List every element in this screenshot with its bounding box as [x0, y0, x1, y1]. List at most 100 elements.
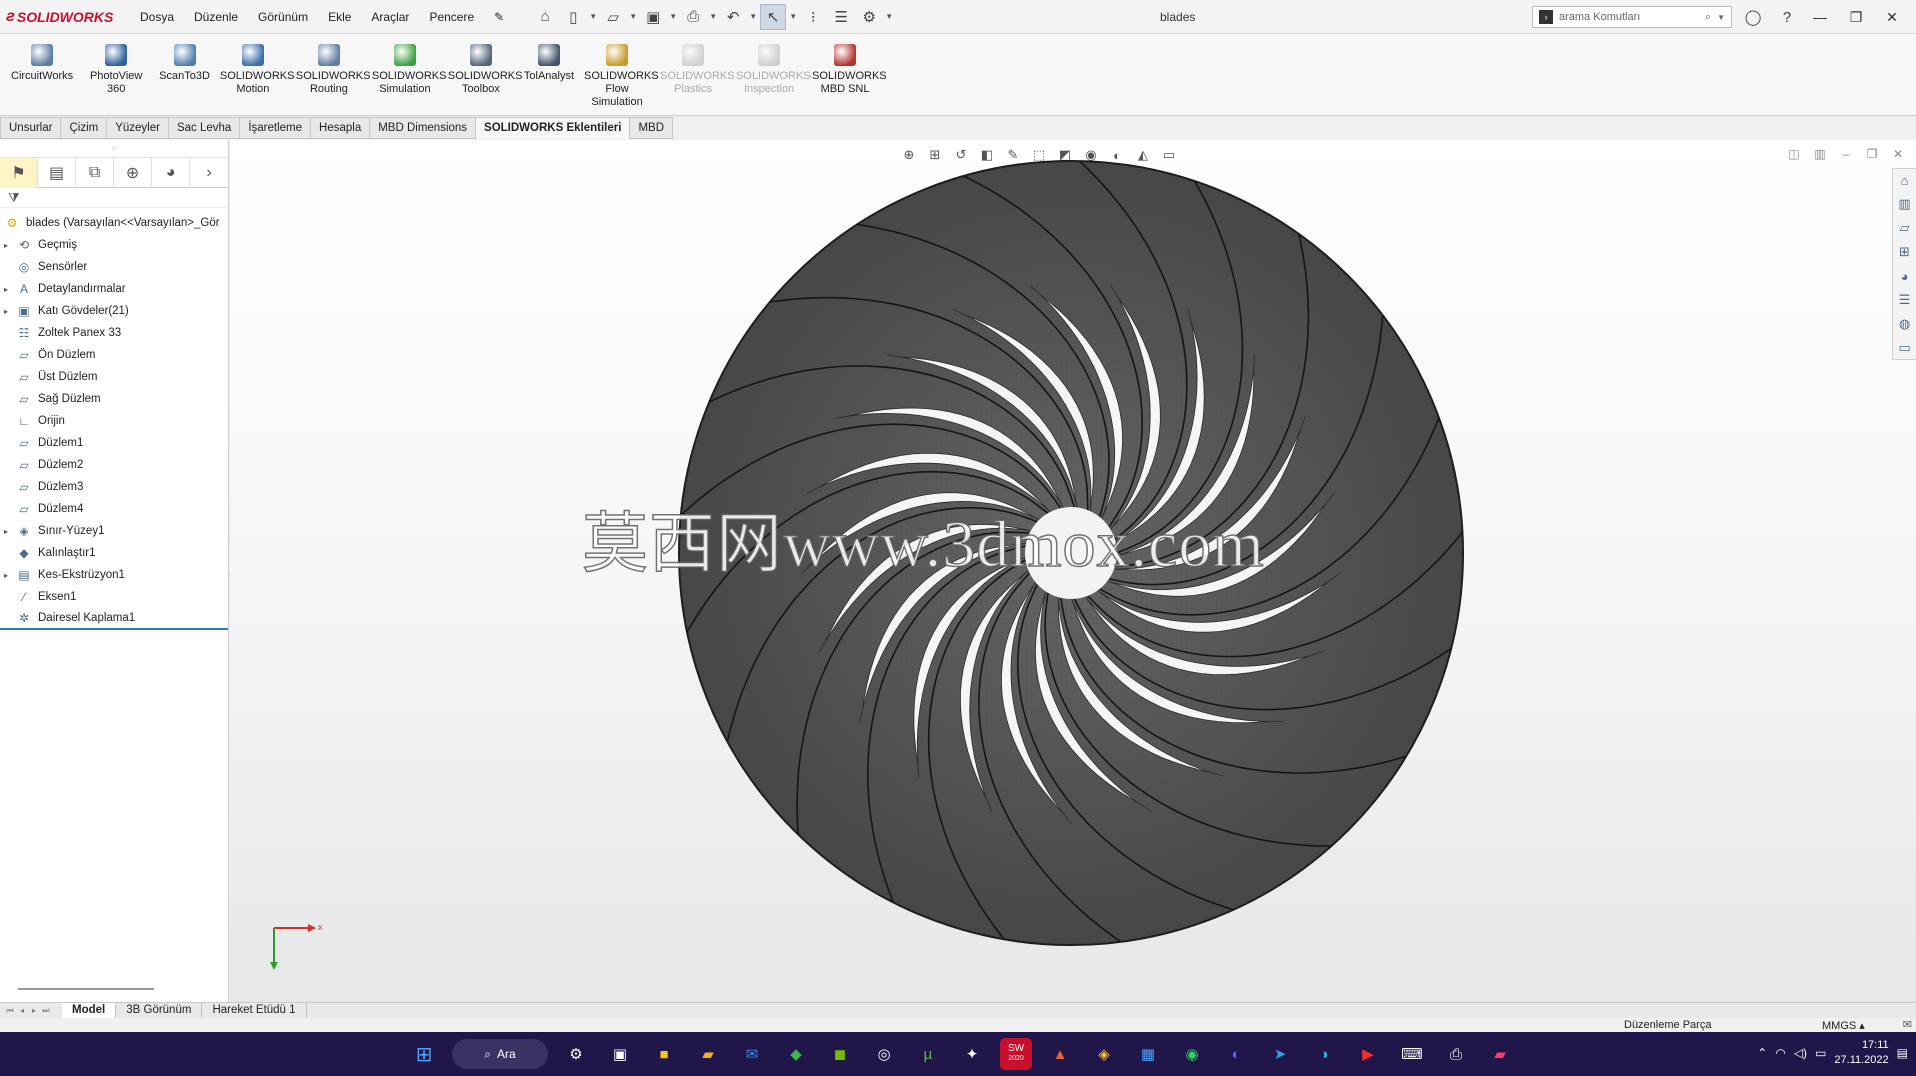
- tree-item[interactable]: ◆ Kalınlaştır1: [0, 542, 228, 564]
- ribbon-button-0[interactable]: CircuitWorks: [6, 34, 78, 115]
- settings-app-icon[interactable]: ⚙: [560, 1038, 592, 1070]
- restore-button[interactable]: ❐: [1838, 4, 1874, 30]
- expand-toggle-icon[interactable]: ▸: [0, 241, 12, 250]
- viewport-tile-icon[interactable]: ▥: [1810, 144, 1830, 164]
- tree-item[interactable]: ▱ Sağ Düzlem: [0, 388, 228, 410]
- tree-item[interactable]: ▸ ▤ Kes-Ekstrüzyon1: [0, 564, 228, 586]
- forza-app-icon[interactable]: ▰: [1484, 1038, 1516, 1070]
- pin-icon[interactable]: ✎: [484, 10, 514, 24]
- youtube-music-app-icon[interactable]: ▶: [1352, 1038, 1384, 1070]
- expand-toggle-icon[interactable]: ▸: [0, 285, 12, 294]
- tree-item[interactable]: ▱ Düzlem1: [0, 432, 228, 454]
- command-tab[interactable]: MBD: [630, 117, 673, 139]
- tree-root-part[interactable]: ⚙ blades (Varsayılan<<Varsayılan>_Gör: [0, 212, 228, 234]
- search-icon[interactable]: ⌕: [1705, 11, 1711, 24]
- utorrent-app-icon[interactable]: µ: [912, 1038, 944, 1070]
- mail-app-icon[interactable]: ✉: [736, 1038, 768, 1070]
- file-explorer-app-icon[interactable]: ▰: [692, 1038, 724, 1070]
- ribbon-button-4[interactable]: SOLIDWORKS Routing: [291, 34, 370, 115]
- command-tab[interactable]: Unsurlar: [0, 117, 62, 139]
- rebuild-status-icon[interactable]: ✉: [1903, 1018, 1912, 1031]
- tree-item[interactable]: ▱ Üst Düzlem: [0, 366, 228, 388]
- options-gear-icon[interactable]: ⚙: [856, 4, 882, 30]
- ribbon-button-6[interactable]: SOLIDWORKS Toolbox: [443, 34, 522, 115]
- open-folder-icon[interactable]: ▱: [600, 4, 626, 30]
- dimxpertmanager-tab-icon[interactable]: ⊕: [114, 157, 153, 188]
- wifi-icon[interactable]: ◠: [1775, 1046, 1785, 1060]
- tree-item[interactable]: ▱ Ön Düzlem: [0, 344, 228, 366]
- windows-start-icon[interactable]: ⊞: [408, 1038, 440, 1070]
- graphics-area[interactable]: ⊕ ⊞ ↺ ◧ ✎ ⬚ ◩ ◉ ◐ ◭ ▭ ◫ ▥ – ❐ ✕ 莫西网www.3…: [230, 140, 1916, 1002]
- open-dropdown-caret[interactable]: ▼: [628, 12, 638, 21]
- tree-item[interactable]: ☷ Zoltek Panex 33: [0, 322, 228, 344]
- appearances-icon[interactable]: ◕: [1893, 265, 1916, 287]
- panel-horizontal-scrollbar[interactable]: [18, 988, 154, 990]
- solidworks-logo[interactable]: ƨ SOLIDWORKS: [0, 8, 130, 26]
- solidworks-app-icon[interactable]: SW 2020: [1000, 1038, 1032, 1070]
- sticky-notes-app-icon[interactable]: ■: [648, 1038, 680, 1070]
- command-tab[interactable]: Sac Levha: [168, 117, 241, 139]
- keyboard-app-icon[interactable]: ⌨: [1396, 1038, 1428, 1070]
- ribbon-button-1[interactable]: PhotoView 360: [78, 34, 154, 115]
- tree-filter-icon[interactable]: ⧩: [0, 188, 228, 208]
- tree-item[interactable]: ▸ ▣ Katı Gövdeler(21): [0, 300, 228, 322]
- tree-item[interactable]: ▱ Düzlem2: [0, 454, 228, 476]
- configurationmanager-tab-icon[interactable]: ⧉: [76, 157, 115, 188]
- tree-item[interactable]: ∟ Orijin: [0, 410, 228, 432]
- menu-araclar[interactable]: Araçlar: [361, 10, 419, 24]
- binance-app-icon[interactable]: ◈: [1088, 1038, 1120, 1070]
- command-tab[interactable]: MBD Dimensions: [370, 117, 477, 139]
- viewport-minimize-button[interactable]: –: [1836, 144, 1856, 164]
- battery-icon[interactable]: ▭: [1815, 1046, 1826, 1060]
- undo-dropdown-caret[interactable]: ▼: [748, 12, 758, 21]
- solidworks-resources-icon[interactable]: ⌂: [1893, 169, 1916, 191]
- panel-drag-handle[interactable]: ○: [0, 140, 228, 158]
- telegram-app-icon[interactable]: ➤: [1264, 1038, 1296, 1070]
- notification-icon[interactable]: ▤: [1897, 1046, 1908, 1060]
- bottom-tab[interactable]: 3B Görünüm: [116, 1002, 203, 1019]
- propertymanager-tab-icon[interactable]: ▤: [38, 157, 77, 188]
- ribbon-button-11[interactable]: SOLIDWORKS MBD SNL: [807, 34, 887, 115]
- command-tab[interactable]: Hesapla: [311, 117, 371, 139]
- tree-item[interactable]: ◎ Sensörler: [0, 256, 228, 278]
- tree-item[interactable]: ▸ ⟲ Geçmiş: [0, 234, 228, 256]
- menu-gorunum[interactable]: Görünüm: [248, 10, 318, 24]
- tree-item[interactable]: ▱ Düzlem4: [0, 498, 228, 520]
- file-properties-icon[interactable]: ☰: [828, 4, 854, 30]
- matlab-app-icon[interactable]: ▲: [1044, 1038, 1076, 1070]
- bottom-tab[interactable]: Model: [62, 1002, 117, 1019]
- printer-app-icon[interactable]: ⎙: [1440, 1038, 1472, 1070]
- options-dropdown-caret[interactable]: ▼: [884, 12, 894, 21]
- search-dropdown-caret[interactable]: ▼: [1717, 13, 1725, 22]
- viewport-split-icon[interactable]: ◫: [1784, 144, 1804, 164]
- menu-dosya[interactable]: Dosya: [130, 10, 184, 24]
- ribbon-button-2[interactable]: ScanTo3D: [154, 34, 215, 115]
- whatsapp-app-icon[interactable]: ◉: [1176, 1038, 1208, 1070]
- bottom-tab[interactable]: Hareket Etüdü 1: [202, 1002, 307, 1019]
- discord-app-icon[interactable]: ◐: [1220, 1038, 1252, 1070]
- ribbon-button-9[interactable]: SOLIDWORKS Plastics: [655, 34, 735, 115]
- menu-ekle[interactable]: Ekle: [318, 10, 361, 24]
- game-app-icon[interactable]: ✦: [956, 1038, 988, 1070]
- new-document-icon[interactable]: ▯: [560, 4, 586, 30]
- unit-system-selector[interactable]: MMGS ▴: [1822, 1019, 1865, 1032]
- tree-item[interactable]: ✲ Dairesel Kaplama1: [0, 608, 228, 630]
- ribbon-button-10[interactable]: SOLIDWORKS Inspection: [731, 34, 811, 115]
- new-dropdown-caret[interactable]: ▼: [588, 12, 598, 21]
- expand-toggle-icon[interactable]: ▸: [0, 571, 12, 580]
- command-tab[interactable]: Yüzeyler: [107, 117, 169, 139]
- viewport-restore-button[interactable]: ❐: [1862, 144, 1882, 164]
- tree-item[interactable]: ▸ ◈ Sınır-Yüzey1: [0, 520, 228, 542]
- task-pane-chat-icon[interactable]: ▭: [1893, 337, 1916, 359]
- taskbar-search-button[interactable]: ⌕ Ara: [452, 1039, 548, 1069]
- menu-pencere[interactable]: Pencere: [419, 10, 484, 24]
- user-account-icon[interactable]: ◯: [1740, 4, 1766, 30]
- displaymanager-tab-icon[interactable]: ◕: [152, 157, 191, 188]
- store-app-icon[interactable]: ▣: [604, 1038, 636, 1070]
- select-cursor-icon[interactable]: ↖: [760, 3, 787, 30]
- command-tab[interactable]: Çizim: [61, 117, 108, 139]
- search-mode-icon[interactable]: ›: [1539, 10, 1553, 24]
- tab-first-icon[interactable]: ⏮: [4, 1006, 16, 1016]
- traffic-light-icon[interactable]: ⁝: [800, 4, 826, 30]
- ribbon-button-8[interactable]: SOLIDWORKS Flow Simulation: [579, 34, 659, 115]
